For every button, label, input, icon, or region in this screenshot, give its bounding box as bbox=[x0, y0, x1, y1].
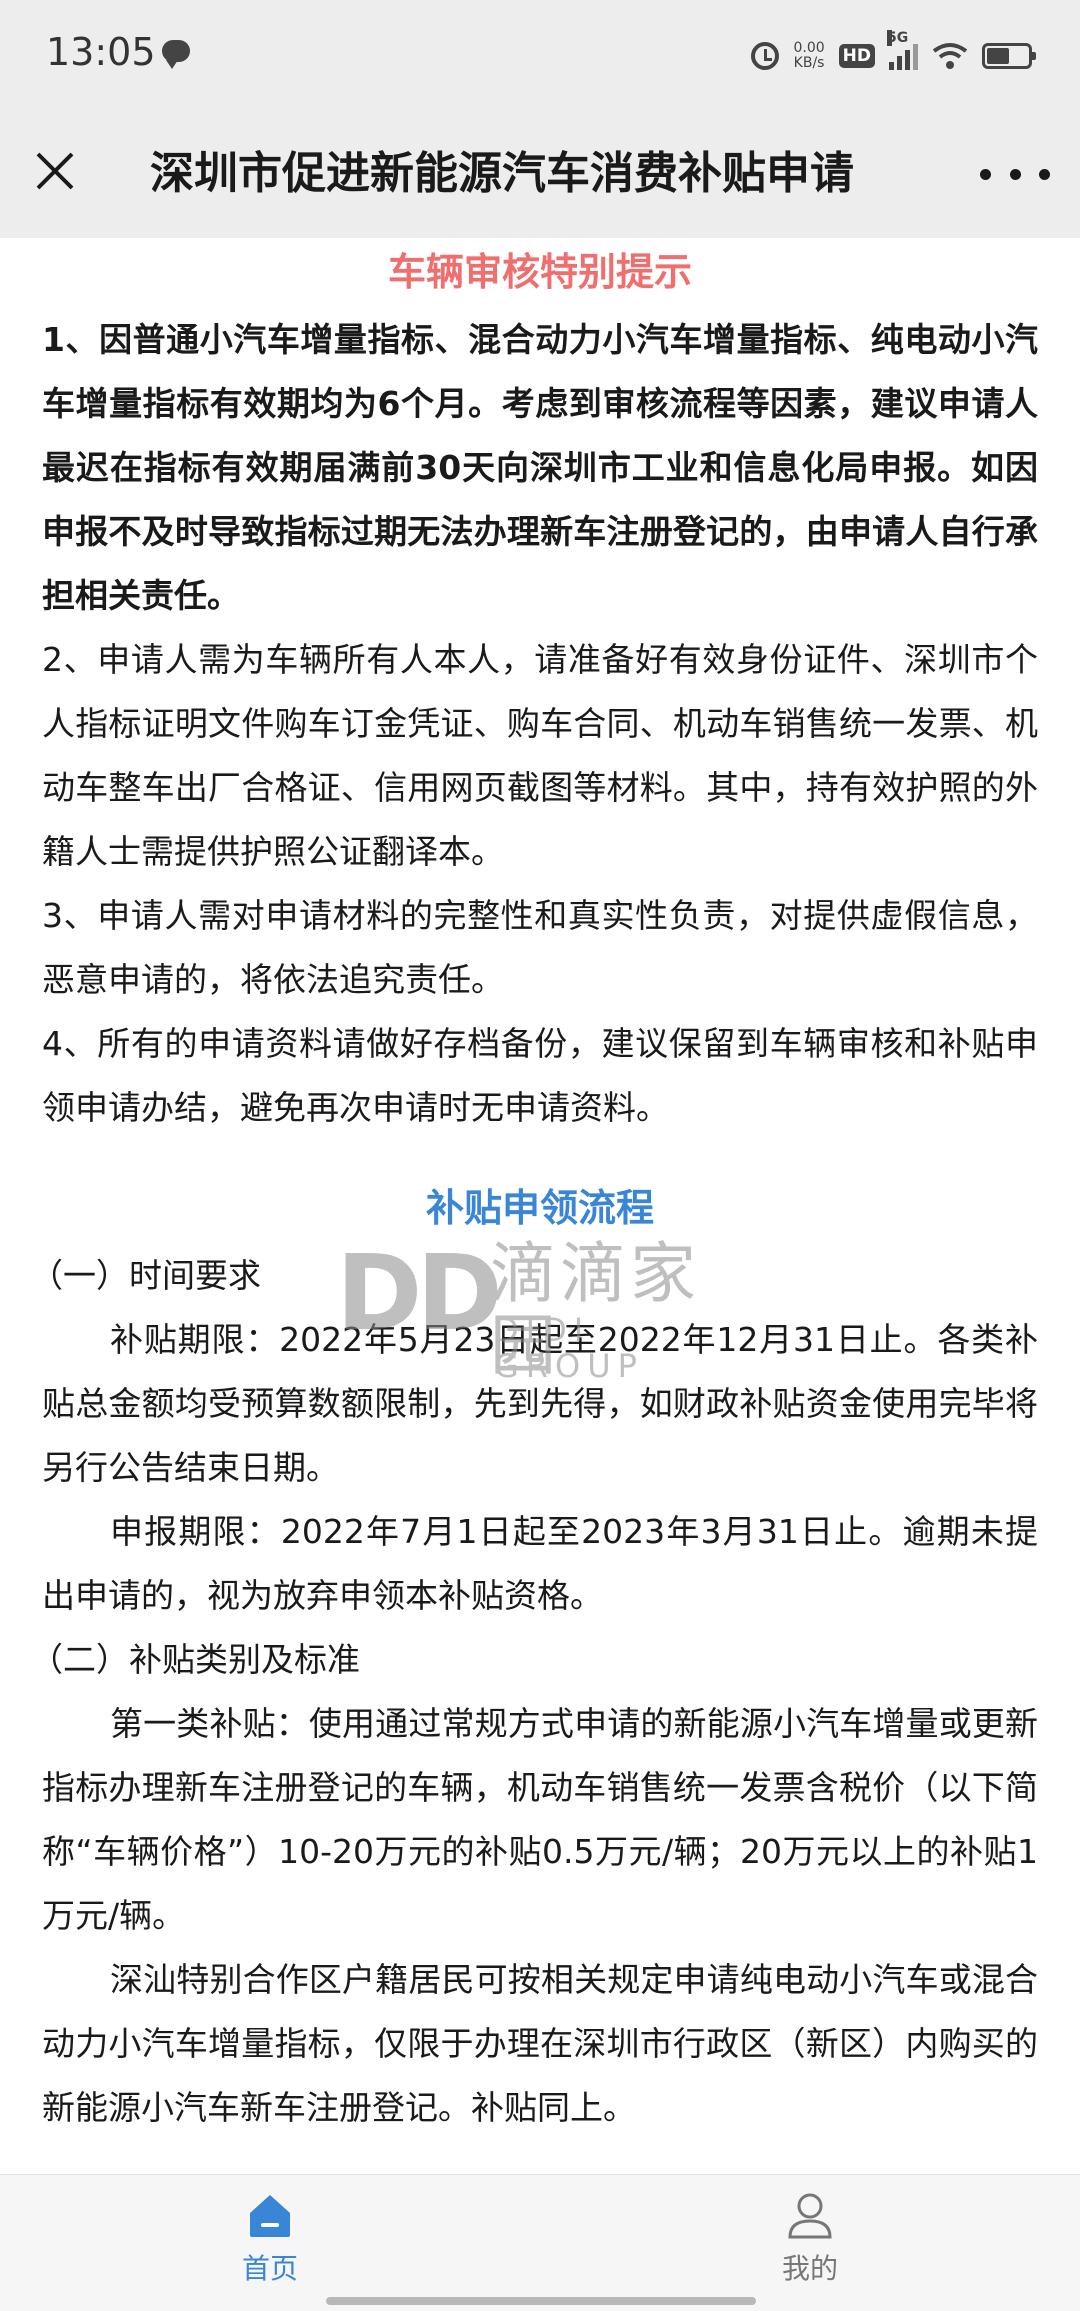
status-bar: 13:05 0.00 KB/s HD 5G bbox=[0, 0, 1080, 112]
time-requirement-heading: （一）时间要求 bbox=[30, 1256, 261, 1295]
hd-badge: HD bbox=[838, 44, 875, 68]
message-notification-icon bbox=[162, 40, 190, 69]
home-indicator[interactable] bbox=[326, 2297, 756, 2305]
close-button[interactable] bbox=[22, 138, 88, 204]
signal-icon: 5G bbox=[887, 30, 918, 70]
nav-bar: 深圳市促进新能源汽车消费补贴申请 bbox=[0, 112, 1080, 238]
notice-item: 2、申请人需为车辆所有人本人，请准备好有效身份证件、深圳市个人指标证明文件购车订… bbox=[42, 640, 1038, 871]
network-speed: 0.00 KB/s bbox=[793, 41, 824, 71]
page-title: 深圳市促进新能源汽车消费补贴申请 bbox=[150, 148, 854, 199]
notice-item: 1、因普通小汽车增量指标、混合动力小汽车增量指标、纯电动小汽车增量指标有效期均为… bbox=[42, 320, 1038, 615]
network-speed-value: 0.00 bbox=[793, 40, 825, 56]
user-icon bbox=[788, 2193, 832, 2239]
status-time: 13:05 bbox=[46, 30, 156, 74]
tab-mine[interactable]: 我的 bbox=[710, 2189, 910, 2287]
close-icon bbox=[36, 152, 74, 190]
more-dot-icon bbox=[1009, 168, 1021, 180]
notice-item: 4、所有的申请资料请做好存档备份，建议保留到车辆审核和补贴申领申请办结，避免再次… bbox=[42, 1024, 1038, 1127]
battery-icon bbox=[982, 43, 1036, 69]
category-1-text: 第一类补贴：使用通过常规方式申请的新能源小汽车增量或更新指标办理新车注册登记的车… bbox=[42, 1704, 1038, 1935]
apply-period-text: 申报期限：2022年7月1日起至2023年3月31日止。逾期未提出申请的，视为放… bbox=[42, 1512, 1038, 1615]
tab-home[interactable]: 首页 bbox=[170, 2189, 370, 2287]
process-title: 补贴申领流程 bbox=[425, 1186, 654, 1230]
alarm-icon bbox=[751, 42, 780, 70]
home-icon bbox=[250, 2195, 290, 2237]
wifi-icon bbox=[932, 43, 968, 69]
notice-title: 车辆审核特别提示 bbox=[387, 250, 692, 294]
status-icons: 0.00 KB/s HD 5G bbox=[751, 30, 1036, 76]
shenshan-text: 深汕特别合作区户籍居民可按相关规定申请纯电动小汽车或混合动力小汽车增量指标，仅限… bbox=[42, 1960, 1038, 2127]
more-dot-icon bbox=[1039, 168, 1050, 180]
tab-home-label: 首页 bbox=[241, 2252, 298, 2285]
more-dot-icon bbox=[980, 168, 991, 180]
network-speed-unit: KB/s bbox=[793, 55, 825, 71]
tab-bar: 首页 我的 bbox=[0, 2174, 1080, 2311]
notice-item: 3、申请人需对申请材料的完整性和真实性负责，对提供虚假信息，恶意申请的，将依法追… bbox=[42, 896, 1038, 999]
article-content[interactable]: 车辆审核特别提示 1、因普通小汽车增量指标、混合动力小汽车增量指标、纯电动小汽车… bbox=[0, 238, 1080, 2174]
more-options-button[interactable] bbox=[980, 152, 1050, 196]
tab-mine-label: 我的 bbox=[781, 2252, 838, 2285]
category-heading: （二）补贴类别及标准 bbox=[30, 1640, 360, 1679]
subsidy-period-text: 补贴期限：2022年5月23日起至2022年12月31日止。各类补贴总金额均受预… bbox=[42, 1320, 1038, 1487]
signal-label: 5G bbox=[887, 30, 909, 46]
